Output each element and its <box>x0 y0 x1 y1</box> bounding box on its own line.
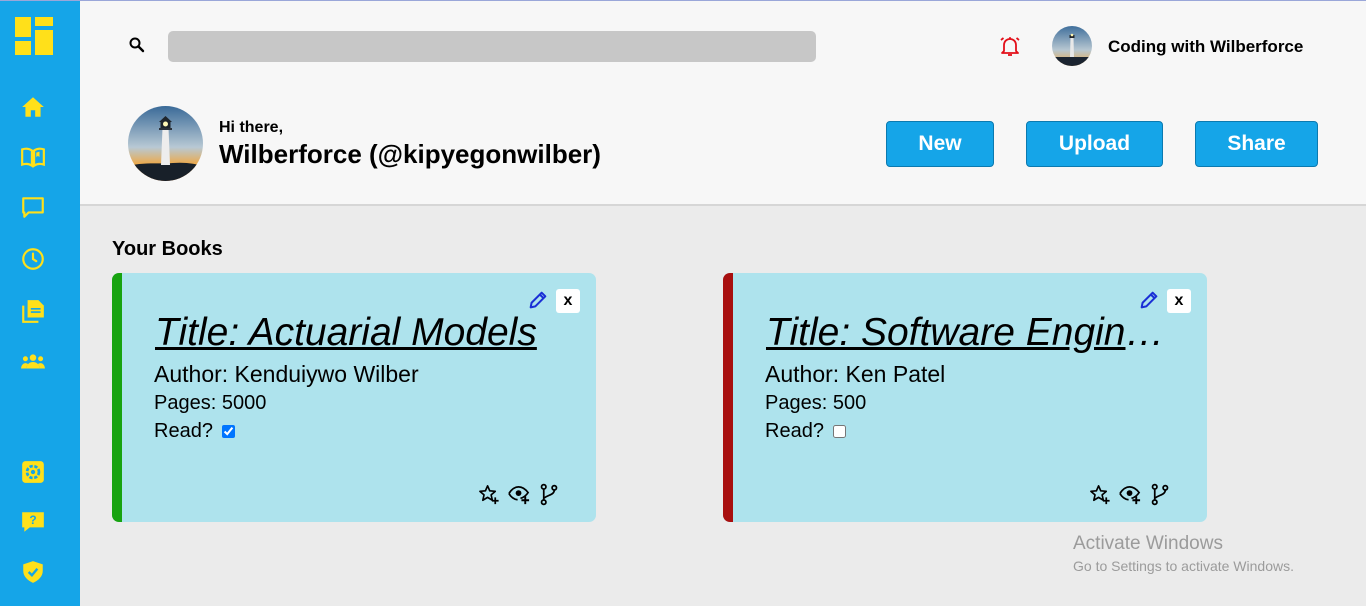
card-actions <box>1089 483 1172 511</box>
search-icon[interactable] <box>128 36 146 54</box>
book-icon[interactable] <box>18 142 48 172</box>
group-icon[interactable] <box>18 347 48 377</box>
book-card: x Title: Actuarial Models Author: Kendui… <box>112 273 596 522</box>
fork-icon[interactable] <box>1149 483 1172 511</box>
star-add-icon[interactable] <box>1089 483 1112 511</box>
fork-icon[interactable] <box>538 483 561 511</box>
read-label: Read? <box>154 420 213 442</box>
book-author: Author: Ken Patel <box>765 361 946 387</box>
bell-icon[interactable] <box>998 34 1022 58</box>
book-title: Title: Actuarial Models <box>155 311 537 354</box>
activation-watermark: Activate Windows Go to Settings to activ… <box>1073 533 1294 574</box>
help-icon[interactable]: ? <box>18 507 48 537</box>
avatar[interactable] <box>1052 26 1092 66</box>
read-checkbox[interactable] <box>221 425 235 438</box>
delete-book-button[interactable]: x <box>556 289 580 313</box>
book-read-row: Read? <box>765 420 846 443</box>
card-accent-bar <box>723 273 733 522</box>
search-input[interactable] <box>168 31 816 62</box>
greeting-text: Hi there, <box>219 119 284 136</box>
clock-icon[interactable] <box>18 244 48 274</box>
read-label: Read? <box>765 420 824 442</box>
read-checkbox[interactable] <box>832 425 846 438</box>
sidebar: ? <box>0 0 80 606</box>
star-add-icon[interactable] <box>478 483 501 511</box>
book-read-row: Read? <box>154 420 235 443</box>
svg-text:?: ? <box>29 513 36 527</box>
dashboard-grid-icon[interactable] <box>14 16 54 56</box>
shield-check-icon[interactable] <box>18 557 48 587</box>
book-author: Author: Kenduiywo Wilber <box>154 361 419 387</box>
edit-pencil-icon[interactable] <box>527 289 549 311</box>
user-name[interactable]: Coding with Wilberforce <box>1108 37 1303 57</box>
user-handle: Wilberforce (@kipyegonwilber) <box>219 139 601 169</box>
window-top-border <box>0 0 1366 1</box>
header: Coding with Wilberforce Hi there, Wilber… <box>80 1 1366 206</box>
home-icon[interactable] <box>18 92 48 122</box>
share-button[interactable]: Share <box>1195 121 1318 167</box>
watch-add-icon[interactable] <box>508 483 531 511</box>
documents-icon[interactable] <box>18 296 48 326</box>
upload-button[interactable]: Upload <box>1026 121 1163 167</box>
new-button[interactable]: New <box>886 121 994 167</box>
profile-avatar[interactable] <box>128 106 203 181</box>
chat-icon[interactable] <box>18 192 48 222</box>
delete-book-button[interactable]: x <box>1167 289 1191 313</box>
section-title: Your Books <box>112 238 223 260</box>
book-pages: Pages: 5000 <box>154 392 267 414</box>
watermark-subtitle: Go to Settings to activate Windows. <box>1073 558 1294 574</box>
book-card: x Title: Software Engineering Author: Ke… <box>723 273 1207 522</box>
book-title: Title: Software Engineering <box>766 311 1186 354</box>
watermark-title: Activate Windows <box>1073 533 1223 554</box>
book-pages: Pages: 500 <box>765 392 867 414</box>
edit-pencil-icon[interactable] <box>1138 289 1160 311</box>
card-actions <box>478 483 561 511</box>
watch-add-icon[interactable] <box>1119 483 1142 511</box>
card-accent-bar <box>112 273 122 522</box>
settings-icon[interactable] <box>18 457 48 487</box>
